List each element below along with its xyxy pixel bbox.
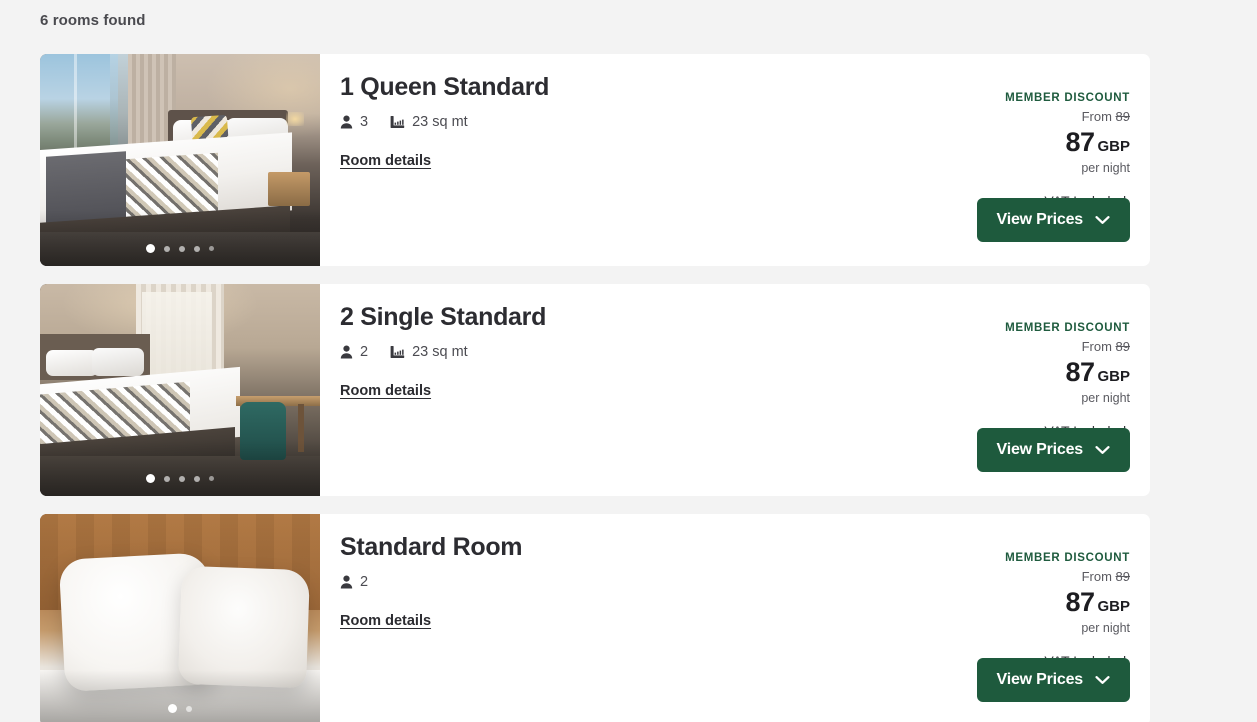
- room-specs: 2 23 sq mt: [340, 344, 950, 360]
- room-details-link[interactable]: Room details: [340, 383, 431, 399]
- room-size-icon: [390, 345, 405, 359]
- room-details-link[interactable]: Room details: [340, 613, 431, 629]
- size-value: 23 sq mt: [412, 113, 468, 130]
- room-body: 2 Single Standard 2 23 sq mt Room detail…: [320, 284, 950, 496]
- member-discount-badge: MEMBER DISCOUNT: [1005, 552, 1130, 564]
- room-name: 1 Queen Standard: [340, 73, 550, 101]
- room-price-block: MEMBER DISCOUNT From 89 87 GBP per night …: [950, 54, 1150, 266]
- room-card-3[interactable]: Standard Room 2 Room details MEMBER DISC…: [40, 514, 1150, 722]
- gallery-dots[interactable]: [40, 474, 320, 483]
- price-period: per night: [1081, 391, 1130, 405]
- from-label: From: [1081, 339, 1112, 354]
- gallery-dot-2[interactable]: [186, 705, 192, 712]
- room-card-1[interactable]: 1 Queen Standard 3 23 sq mt Room details…: [40, 54, 1150, 266]
- chevron-down-icon: [1095, 675, 1110, 685]
- occupancy-spec: 2: [340, 574, 368, 590]
- gallery-dot-5[interactable]: [209, 476, 214, 481]
- size-spec: 23 sq mt: [390, 114, 468, 130]
- gallery-dot-3[interactable]: [179, 475, 185, 482]
- view-prices-button[interactable]: View Prices: [976, 658, 1130, 702]
- rooms-list: 1 Queen Standard 3 23 sq mt Room details…: [40, 54, 1150, 722]
- room-card-2[interactable]: 2 Single Standard 2 23 sq mt Room detail…: [40, 284, 1150, 496]
- occupancy-value: 3: [360, 113, 369, 130]
- from-label: From: [1081, 109, 1112, 124]
- gallery-dots[interactable]: [40, 244, 320, 253]
- original-price-value: 89: [1115, 109, 1130, 124]
- room-details-link[interactable]: Room details: [340, 153, 431, 169]
- person-icon: [340, 345, 353, 359]
- occupancy-spec: 3: [340, 114, 368, 130]
- view-prices-label: View Prices: [996, 441, 1084, 458]
- price-currency: GBP: [1097, 598, 1130, 615]
- room-body: 1 Queen Standard 3 23 sq mt Room details: [320, 54, 950, 266]
- price-amount: 87: [1065, 357, 1095, 387]
- original-price: From 89: [950, 569, 1130, 584]
- price-currency: GBP: [1097, 368, 1130, 385]
- room-gallery[interactable]: [40, 54, 320, 266]
- original-price-value: 89: [1115, 339, 1130, 354]
- room-size-icon: [390, 115, 405, 129]
- room-name: 2 Single Standard: [340, 303, 547, 331]
- room-price-block: MEMBER DISCOUNT From 89 87 GBP per night …: [950, 514, 1150, 722]
- gallery-dot-1[interactable]: [146, 474, 155, 483]
- gallery-dot-2[interactable]: [164, 475, 170, 482]
- gallery-dot-1[interactable]: [146, 244, 155, 253]
- occupancy-value: 2: [360, 573, 369, 590]
- gallery-dots[interactable]: [40, 704, 320, 713]
- gallery-dot-2[interactable]: [164, 245, 170, 252]
- price-amount: 87: [1065, 127, 1095, 157]
- gallery-dot-3[interactable]: [179, 245, 185, 252]
- original-price: From 89: [950, 109, 1130, 124]
- size-spec: 23 sq mt: [390, 344, 468, 360]
- room-specs: 3 23 sq mt: [340, 114, 950, 130]
- original-price: From 89: [950, 339, 1130, 354]
- results-count: 6 rooms found: [40, 12, 146, 29]
- price-period: per night: [1081, 621, 1130, 635]
- room-results-page: 6 rooms found 1 Queen Standard 3 23 sq m…: [0, 0, 1257, 722]
- room-gallery[interactable]: [40, 284, 320, 496]
- chevron-down-icon: [1095, 215, 1110, 225]
- twin-beds-room-photo: [40, 284, 320, 496]
- gallery-dot-4[interactable]: [194, 475, 200, 482]
- from-label: From: [1081, 569, 1112, 584]
- room-gallery[interactable]: [40, 514, 320, 722]
- room-specs: 2: [340, 574, 950, 590]
- price-currency: GBP: [1097, 138, 1130, 155]
- price-amount: 87: [1065, 587, 1095, 617]
- person-icon: [340, 575, 353, 589]
- room-name: Standard Room: [340, 533, 523, 561]
- current-price: 87 GBP: [950, 127, 1130, 158]
- occupancy-value: 2: [360, 343, 369, 360]
- view-prices-label: View Prices: [996, 211, 1084, 228]
- room-price-block: MEMBER DISCOUNT From 89 87 GBP per night …: [950, 284, 1150, 496]
- gallery-dot-1[interactable]: [168, 704, 177, 713]
- size-value: 23 sq mt: [412, 343, 468, 360]
- current-price: 87 GBP: [950, 587, 1130, 618]
- view-prices-button[interactable]: View Prices: [976, 428, 1130, 472]
- current-price: 87 GBP: [950, 357, 1130, 388]
- chevron-down-icon: [1095, 445, 1110, 455]
- queen-bed-room-photo: [40, 54, 320, 266]
- view-prices-button[interactable]: View Prices: [976, 198, 1130, 242]
- gallery-dot-5[interactable]: [209, 246, 214, 251]
- original-price-value: 89: [1115, 569, 1130, 584]
- view-prices-label: View Prices: [996, 671, 1084, 688]
- occupancy-spec: 2: [340, 344, 368, 360]
- gallery-dot-4[interactable]: [194, 245, 200, 252]
- member-discount-badge: MEMBER DISCOUNT: [1005, 92, 1130, 104]
- person-icon: [340, 115, 353, 129]
- room-body: Standard Room 2 Room details: [320, 514, 950, 722]
- member-discount-badge: MEMBER DISCOUNT: [1005, 322, 1130, 334]
- white-pillows-closeup-photo: [40, 514, 320, 722]
- price-period: per night: [1081, 161, 1130, 175]
